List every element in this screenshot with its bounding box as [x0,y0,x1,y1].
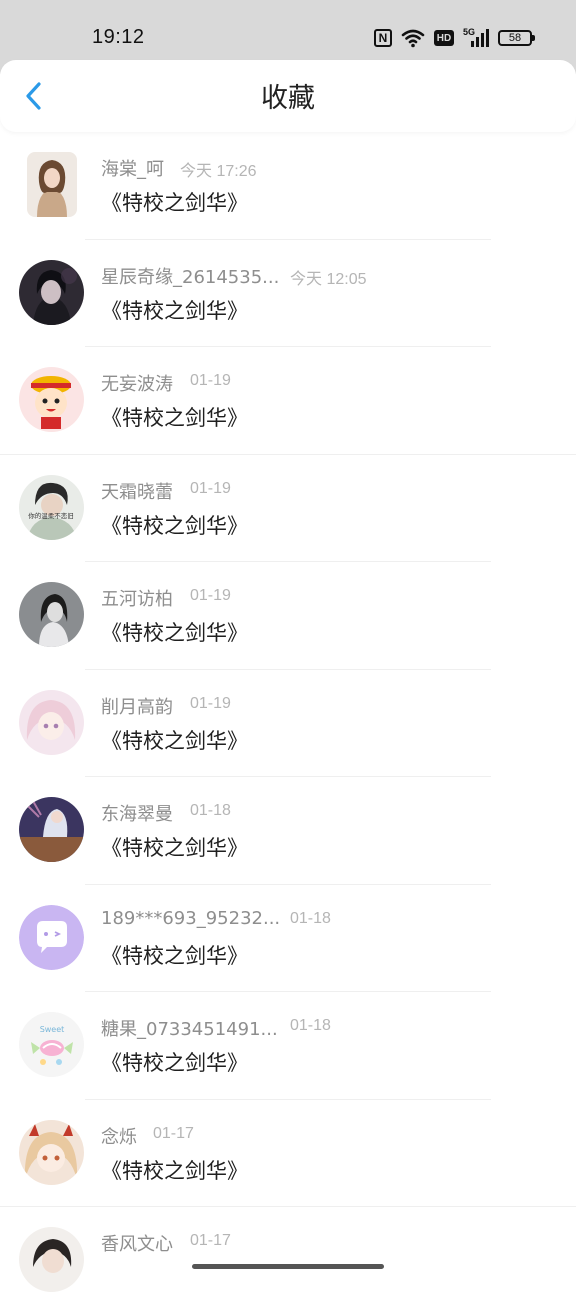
item-title: 《特校之剑华》 [101,621,248,645]
item-time: 01-18 [290,1017,331,1034]
avatar [19,797,84,862]
home-indicator[interactable] [192,1264,384,1269]
item-username: 香风文心 [101,1234,173,1255]
avatar [19,1227,84,1292]
battery-icon: 58 [498,30,535,46]
item-time: 01-19 [190,479,231,497]
item-title: 《特校之剑华》 [101,1158,248,1183]
item-time: 01-19 [190,587,231,604]
item-username: 五河访柏 [101,589,173,610]
network-type: 5G [463,27,476,37]
list-item[interactable]: 189***693_95232... 01-18 《特校之剑华》 [0,885,576,992]
item-time: 今天 12:05 [290,270,367,288]
item-title: 《特校之剑华》 [101,1051,248,1075]
page-title: 收藏 [261,83,315,114]
list-item[interactable]: 香风文心 01-17 [0,1207,576,1315]
list-item[interactable]: 五河访柏 01-19 《特校之剑华》 [0,562,576,670]
avatar [19,259,84,325]
item-title: 《特校之剑华》 [101,943,248,968]
avatar [19,904,84,970]
item-username: 星辰奇缘_2614535... [101,266,280,288]
item-title: 《特校之剑华》 [101,836,248,860]
signal-icon: 5G [463,27,489,47]
item-username: 削月高韵 [101,696,173,718]
battery-level: 58 [508,32,522,44]
item-title: 《特校之剑华》 [101,406,248,430]
favorites-list: 海棠_呵 今天 17:26 《特校之剑华》 星辰奇缘_2614535... 今天… [0,132,576,1315]
item-title: 《特校之剑华》 [101,191,248,215]
list-item[interactable]: Sweet 糖果_0733451491... 01-18 《特校之剑华》 [0,992,576,1100]
avatar: 你的温柔不恋旧 [19,474,84,540]
item-time: 01-18 [190,802,231,819]
item-time: 今天 17:26 [180,163,257,180]
item-username: 念烁 [101,1126,137,1148]
avatar [19,582,84,647]
item-username: 天霜晓蕾 [101,481,173,503]
item-time: 01-19 [190,372,231,389]
avatar-caption: 你的温柔不恋旧 [28,511,74,520]
hd-icon: HD [434,30,454,46]
item-time: 01-18 [290,909,331,927]
item-title: 《特校之剑华》 [101,728,248,753]
list-item[interactable]: 海棠_呵 今天 17:26 《特校之剑华》 [0,132,576,240]
list-item[interactable]: 削月高韵 01-19 《特校之剑华》 [0,670,576,777]
avatar [19,689,84,755]
avatar: Sweet [19,1012,84,1077]
item-time: 01-17 [153,1124,194,1142]
avatar [27,152,77,217]
item-username: 无妄波涛 [101,374,173,395]
item-username: 海棠_呵 [101,159,164,180]
list-item[interactable]: 你的温柔不恋旧 天霜晓蕾 01-19 《特校之剑华》 [0,455,576,562]
list-item[interactable]: 星辰奇缘_2614535... 今天 12:05 《特校之剑华》 [0,240,576,347]
wifi-icon [401,28,425,48]
header-bar: 收藏 [0,60,576,132]
item-username: 189***693_95232... [101,907,281,929]
item-username: 东海翠曼 [101,804,173,825]
item-title: 《特校之剑华》 [101,513,248,538]
list-item[interactable]: 无妄波涛 01-19 《特校之剑华》 [0,347,576,455]
status-icons: N HD 5G 58 [374,27,535,49]
list-item[interactable]: 东海翠曼 01-18 《特校之剑华》 [0,777,576,885]
item-time: 01-17 [190,1232,231,1249]
item-title: 《特校之剑华》 [101,298,248,323]
list-item[interactable]: 念烁 01-17 《特校之剑华》 [0,1100,576,1207]
nfc-icon: N [374,29,392,47]
item-username: 糖果_0733451491... [101,1019,278,1040]
status-time: 19:12 [92,26,145,48]
avatar-caption: Sweet [40,1025,65,1034]
avatar [19,1119,84,1185]
avatar [19,367,84,432]
item-time: 01-19 [190,694,231,712]
